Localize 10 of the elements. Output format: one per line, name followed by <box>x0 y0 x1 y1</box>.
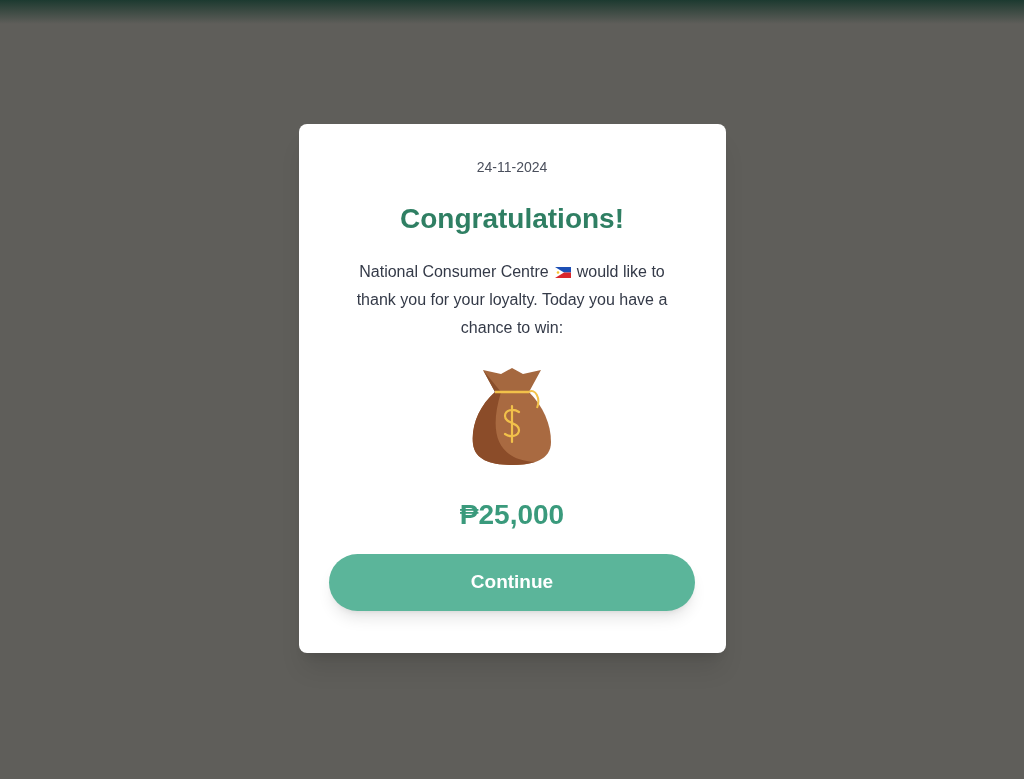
flag-icon <box>554 266 571 278</box>
prize-amount: ₱25,000 <box>459 498 565 532</box>
continue-button[interactable]: Continue <box>329 554 695 611</box>
message-text: National Consumer Centre <box>359 262 549 282</box>
money-bag-icon <box>471 368 553 466</box>
message-text: would like to <box>576 262 665 282</box>
message-text: chance to win: <box>460 318 564 338</box>
message-text: thank you for your loyalty. Today you have a <box>356 290 668 310</box>
dialog-title: Congratulations! <box>400 202 624 236</box>
date-text: 24-11-2024 <box>476 158 548 177</box>
